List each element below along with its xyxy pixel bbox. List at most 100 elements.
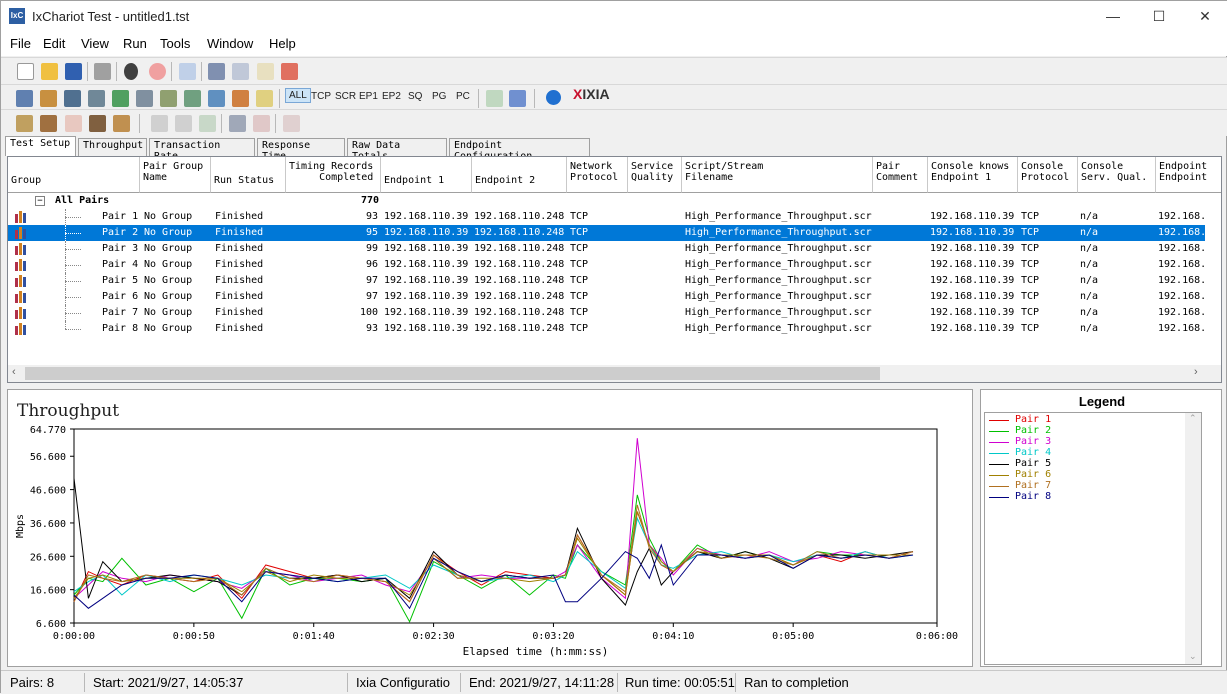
table-row[interactable]: Pair 8 No Group Finished 192.168.110.39 192.… [8, 321, 1206, 337]
export-icon[interactable] [486, 90, 503, 107]
endpoint-2: 192.168.110.248 [474, 227, 565, 238]
tab-raw-data-totals[interactable]: Raw Data Totals [347, 138, 447, 162]
script-filename: High_Performance_Throughput.scr [685, 211, 872, 222]
tab-throughput[interactable]: Throughput [78, 138, 147, 156]
col-timing-records[interactable]: Timing Records Completed [286, 157, 381, 193]
table-row[interactable]: Pair 1 No Group Finished 192.168.110.39 192.… [8, 209, 1206, 225]
filter-ep2[interactable]: EP2 [382, 91, 401, 102]
open-icon[interactable] [41, 63, 58, 80]
menu-edit[interactable]: Edit [43, 36, 65, 51]
col-service-quality[interactable]: Service Quality [628, 157, 682, 193]
col-pair-group-name[interactable]: Pair Group Name [140, 157, 211, 193]
tab-transaction-rate[interactable]: Transaction Rate [149, 138, 255, 162]
col-console-serv-qual[interactable]: Console Serv. Qual. [1078, 157, 1156, 193]
legend-scrollbar[interactable]: ⌃ ⌄ [1185, 413, 1201, 664]
filter-tcp[interactable]: TCP [311, 91, 331, 102]
horizontal-scrollbar[interactable]: ‹ › [8, 365, 1221, 382]
menu-tools[interactable]: Tools [160, 36, 190, 51]
col-endpoint-extra[interactable]: Endpoint Endpoint [1156, 157, 1221, 193]
menu-window[interactable]: Window [207, 36, 253, 51]
filter-sq[interactable]: SQ [408, 91, 422, 102]
stop-icon[interactable] [149, 63, 166, 80]
add-multicast-icon[interactable] [40, 90, 57, 107]
paste-icon[interactable] [257, 63, 274, 80]
legend-label: Pair 6 [1015, 469, 1052, 480]
graph-format-icon[interactable] [89, 115, 106, 132]
menu-file[interactable]: File [10, 36, 31, 51]
properties-icon[interactable] [283, 115, 300, 132]
cut-icon[interactable] [208, 63, 225, 80]
table-row[interactable]: Pair 3 No Group Finished 192.168.110.39 192.… [8, 241, 1207, 257]
scroll-right-icon[interactable]: › [1194, 366, 1198, 378]
table-row[interactable]: Pair 4 No Group Finished 192.168.110.39 192.… [8, 257, 1206, 273]
col-endpoint-1[interactable]: Endpoint 1 [381, 157, 472, 193]
graph-icon[interactable] [16, 115, 33, 132]
script-edit-icon[interactable] [184, 90, 201, 107]
pair-edit-icon[interactable] [136, 90, 153, 107]
info-icon[interactable] [546, 90, 561, 105]
expand-icon[interactable] [199, 115, 216, 132]
tab-test-setup[interactable]: Test Setup [5, 136, 76, 156]
col-network-protocol[interactable]: Network Protocol [567, 157, 628, 193]
filter-pc[interactable]: PC [456, 91, 470, 102]
new-icon[interactable] [17, 63, 34, 80]
app-window: IxC IxChariot Test - untitled1.tst — ☐ ✕… [0, 0, 1227, 694]
console-service-quality: n/a [1080, 275, 1099, 286]
pair-settings-icon[interactable] [112, 90, 129, 107]
menu-help[interactable]: Help [269, 36, 296, 51]
scroll-thumb[interactable] [25, 367, 880, 380]
group-icon[interactable] [151, 115, 168, 132]
collapse-icon[interactable] [229, 115, 246, 132]
filter-pg[interactable]: PG [432, 91, 446, 102]
col-group[interactable]: Group [8, 157, 140, 193]
print-icon[interactable] [94, 63, 111, 80]
collapse-toggle[interactable]: − [35, 196, 45, 206]
table-row[interactable]: Pair 2 No Group Finished 192.168.110.39 192.… [8, 225, 1206, 241]
close-button[interactable]: ✕ [1182, 1, 1227, 32]
menu-run[interactable]: Run [123, 36, 147, 51]
run-icon[interactable] [124, 63, 138, 80]
legend-label: Pair 7 [1015, 480, 1052, 491]
endpoint-extra: 192.168. [1158, 243, 1207, 254]
save-icon[interactable] [65, 63, 82, 80]
menu-view[interactable]: View [81, 36, 109, 51]
ungroup-icon[interactable] [175, 115, 192, 132]
edit-pair-icon[interactable] [64, 90, 81, 107]
graph-disabled-icon[interactable] [65, 115, 82, 132]
tab-endpoint-configuration[interactable]: Endpoint Configuration [449, 138, 590, 162]
add-pair-icon[interactable] [16, 90, 33, 107]
maximize-button[interactable]: ☐ [1136, 1, 1182, 32]
col-script-filename[interactable]: Script/Stream Filename [682, 157, 873, 193]
endpoint-extra: 192.168. [1158, 275, 1207, 286]
filter-scr[interactable]: SCR [335, 91, 356, 102]
numbers-icon[interactable] [256, 90, 273, 107]
filter-all[interactable]: ALL [285, 88, 311, 103]
table-row[interactable]: Pair 5 No Group Finished 192.168.110.39 192.… [8, 273, 1207, 289]
refresh-icon[interactable] [179, 63, 196, 80]
graph-edit-icon[interactable] [40, 115, 57, 132]
scroll-up-icon[interactable]: ⌃ [1189, 413, 1197, 424]
col-console-protocol[interactable]: Console Protocol [1018, 157, 1078, 193]
legend-label: Pair 1 [1015, 414, 1052, 425]
col-console-knows[interactable]: Console knows Endpoint 1 [928, 157, 1018, 193]
script-icon[interactable] [160, 90, 177, 107]
options-icon[interactable] [208, 90, 225, 107]
table-row[interactable]: Pair 7 No Group Finished 192.168.110.39 192.… [8, 305, 1206, 321]
pair-group-icon[interactable] [88, 90, 105, 107]
col-endpoint-2[interactable]: Endpoint 2 [472, 157, 567, 193]
delete-icon[interactable] [281, 63, 298, 80]
copy-icon[interactable] [232, 63, 249, 80]
traffic-icon[interactable] [232, 90, 249, 107]
col-pair-comment[interactable]: Pair Comment [873, 157, 928, 193]
table-row[interactable]: Pair 6 No Group Finished 192.168.110.39 192.… [8, 289, 1206, 305]
filter-icon[interactable] [253, 115, 270, 132]
col-run-status[interactable]: Run Status [211, 157, 286, 193]
scroll-left-icon[interactable]: ‹ [12, 366, 16, 378]
graph-color-icon[interactable] [113, 115, 130, 132]
all-pairs-row[interactable]: − All Pairs 770 [8, 193, 1205, 209]
filter-ep1[interactable]: EP1 [359, 91, 378, 102]
report-icon[interactable] [509, 90, 526, 107]
minimize-button[interactable]: — [1090, 1, 1136, 32]
scroll-down-icon[interactable]: ⌄ [1189, 651, 1197, 662]
tab-response-time[interactable]: Response Time [257, 138, 345, 162]
